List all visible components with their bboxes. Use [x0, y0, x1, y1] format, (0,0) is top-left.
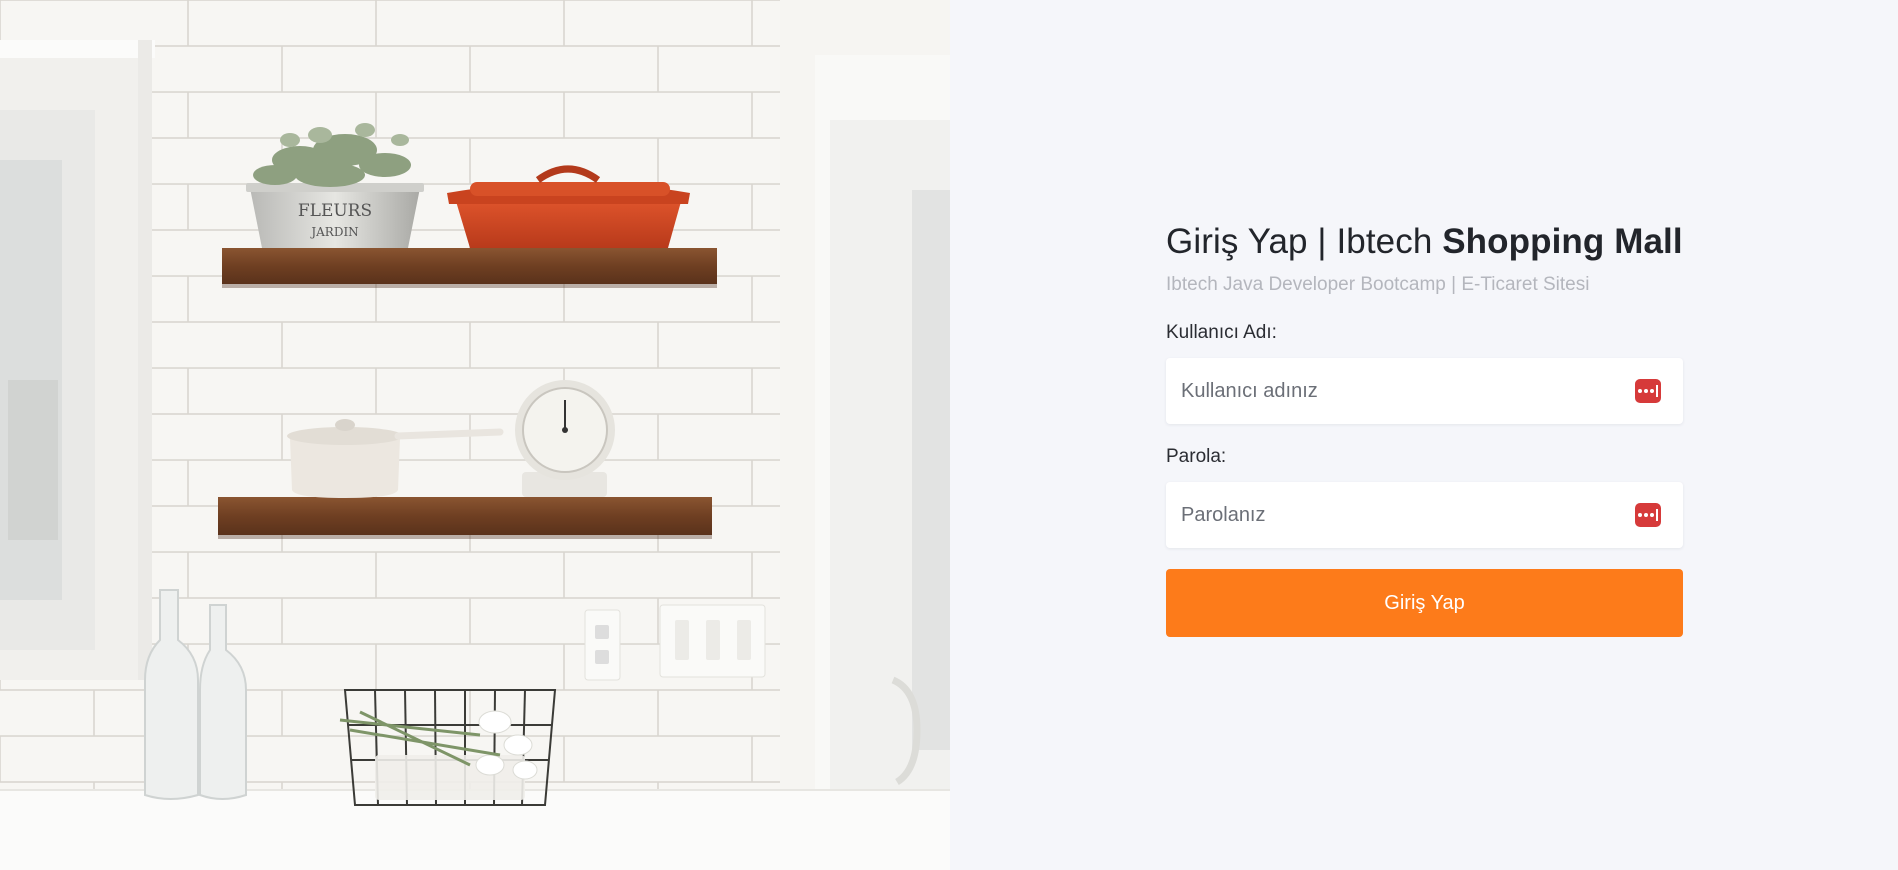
- login-panel: Giriş Yap | Ibtech Shopping Mall Ibtech …: [950, 0, 1898, 870]
- password-field: [1166, 482, 1683, 548]
- password-manager-icon[interactable]: [1635, 503, 1661, 527]
- page-subtitle: Ibtech Java Developer Bootcamp | E-Ticar…: [1166, 274, 1590, 295]
- page-title-brand: Shopping Mall: [1442, 222, 1683, 261]
- dots-glyph: [1638, 513, 1654, 517]
- password-manager-icon[interactable]: [1635, 379, 1661, 403]
- page-title: Giriş Yap | Ibtech Shopping Mall: [1166, 218, 1683, 266]
- cursor-bar-glyph: [1656, 385, 1658, 397]
- dots-glyph: [1638, 389, 1654, 393]
- username-input[interactable]: [1166, 358, 1683, 424]
- hero-photo: FLEURS JARDIN: [0, 0, 950, 870]
- login-form: Giriş Yap | Ibtech Shopping Mall Ibtech …: [1166, 218, 1683, 637]
- page-title-prefix: Giriş Yap | Ibtech: [1166, 222, 1443, 261]
- username-field: [1166, 358, 1683, 424]
- password-label: Parola:: [1166, 446, 1227, 467]
- password-input[interactable]: [1166, 482, 1683, 548]
- cursor-bar-glyph: [1656, 509, 1658, 521]
- kitchen-shelves-illustration: FLEURS JARDIN: [0, 0, 950, 870]
- svg-text:JARDIN: JARDIN: [309, 225, 358, 239]
- login-submit-button[interactable]: Giriş Yap: [1166, 569, 1683, 637]
- username-label: Kullanıcı Adı:: [1166, 322, 1277, 343]
- svg-text:FLEURS: FLEURS: [298, 201, 372, 221]
